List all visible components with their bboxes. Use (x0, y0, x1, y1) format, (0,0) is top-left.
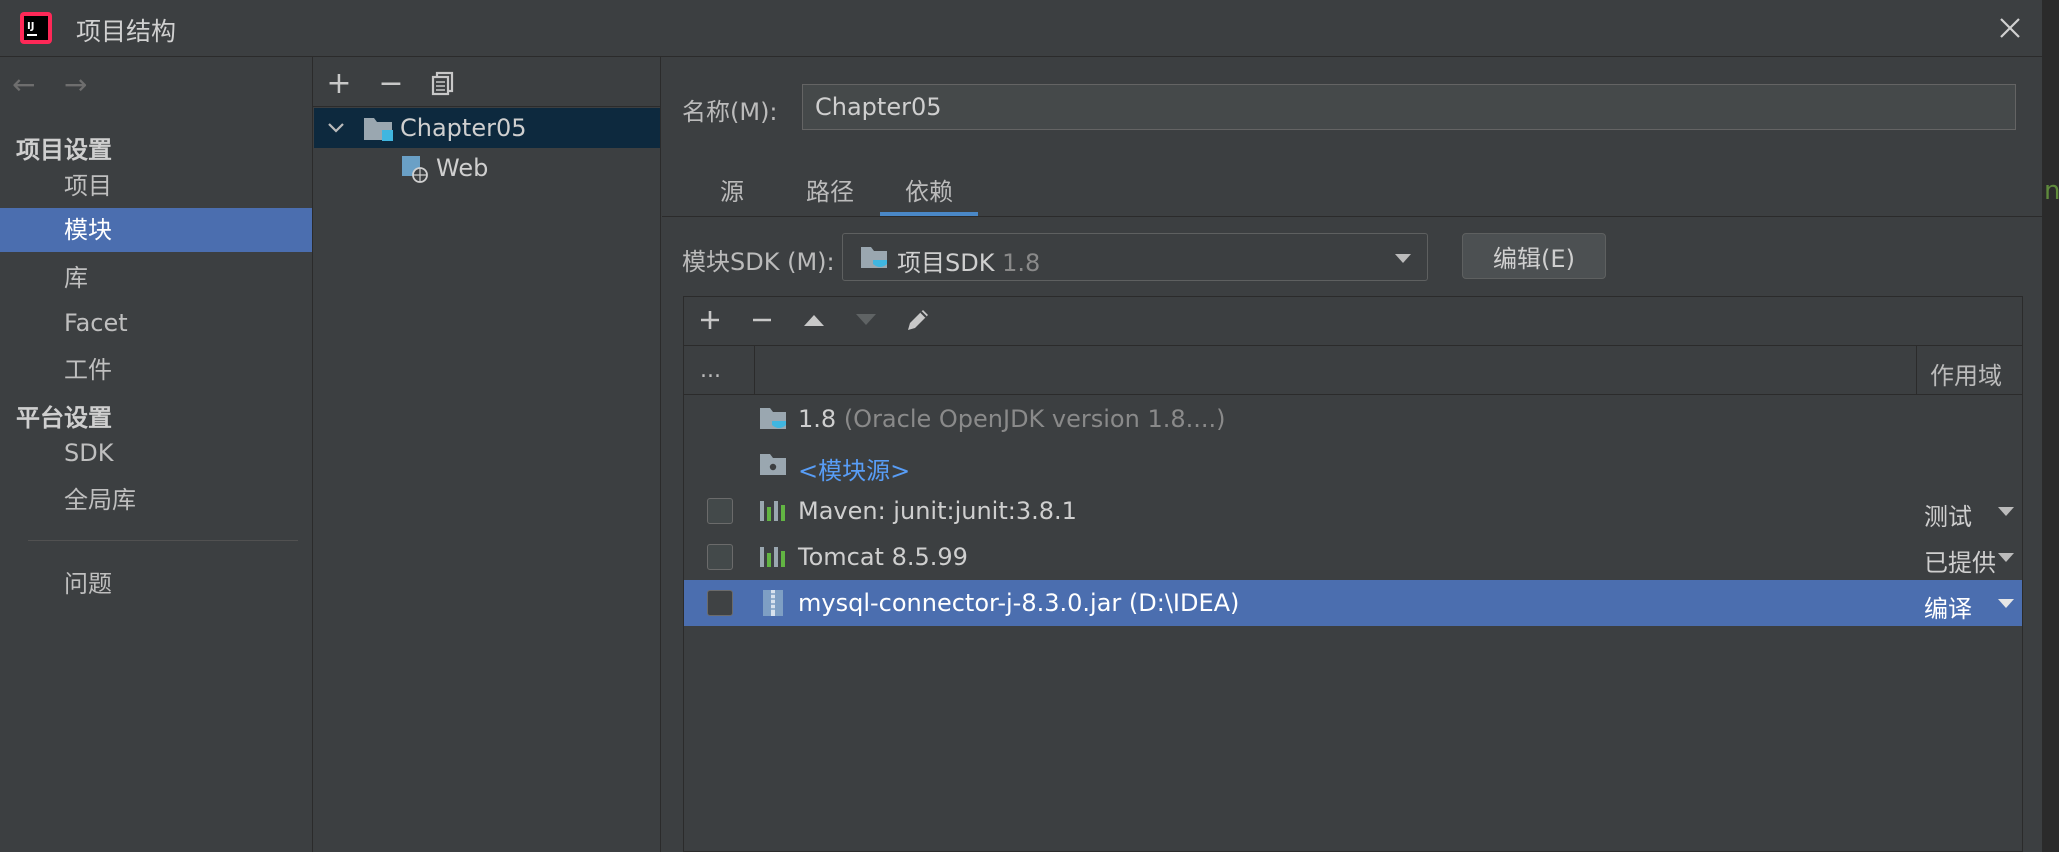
intellij-logo-icon: IJ (20, 12, 52, 44)
edit-dependency-button[interactable] (900, 302, 936, 338)
scope-dropdown[interactable]: 编译 (1924, 589, 1972, 624)
nav-section-project-settings: 项目设置 (16, 136, 112, 164)
copy-icon (431, 71, 454, 96)
jdk-detail: (Oracle OpenJDK version 1.8....) (843, 405, 1226, 433)
nav-item-modules[interactable]: 模块 (0, 208, 312, 252)
back-arrow-icon[interactable]: ← (12, 68, 35, 101)
add-dependency-button[interactable] (692, 302, 728, 338)
nav-item-global-libraries[interactable]: 全局库 (0, 478, 312, 522)
title-bar (0, 0, 2042, 57)
tabs-separator (662, 216, 2042, 217)
plus-icon (701, 311, 719, 329)
pencil-icon (908, 310, 928, 330)
svg-text:IJ: IJ (27, 21, 34, 32)
background-editor-edge (2042, 0, 2059, 852)
tree-toolbar-separator (313, 106, 660, 107)
header-export-column[interactable]: ... (700, 358, 721, 383)
table-row-tomcat[interactable]: Tomcat 8.5.99 已提供 (684, 534, 2022, 580)
module-sdk-label: 模块SDK (M): (682, 248, 835, 276)
tab-paths[interactable]: 路径 (800, 172, 860, 216)
nav-item-libraries[interactable]: 库 (0, 256, 312, 300)
edit-sdk-button[interactable]: 编辑(E) (1462, 233, 1606, 279)
chevron-down-icon[interactable] (326, 118, 346, 138)
dropdown-arrow-icon[interactable] (1998, 507, 2014, 516)
dependency-name: Maven: junit:junit:3.8.1 (798, 497, 1077, 525)
name-label: 名称(M): (682, 98, 778, 126)
remove-module-button[interactable]: − (374, 65, 408, 101)
forward-arrow-icon[interactable]: → (64, 68, 87, 101)
tab-dependencies[interactable]: 依赖 (896, 172, 962, 216)
dependencies-table-header (684, 346, 2022, 395)
dropdown-arrow-icon[interactable] (1998, 553, 2014, 562)
add-module-button[interactable]: + (322, 65, 356, 101)
triangle-down-icon (856, 314, 876, 325)
nav-item-facets[interactable]: Facet (0, 301, 312, 345)
library-icon (760, 501, 785, 521)
module-source-link[interactable]: <模块源> (798, 451, 910, 486)
jar-icon (763, 590, 783, 616)
move-down-button[interactable] (848, 302, 884, 338)
nav-divider (28, 540, 298, 541)
export-checkbox[interactable] (707, 498, 733, 524)
table-row-junit[interactable]: Maven: junit:junit:3.8.1 测试 (684, 488, 2022, 534)
dropdown-arrow-icon[interactable] (1998, 599, 2014, 608)
export-checkbox[interactable] (707, 544, 733, 570)
export-checkbox[interactable] (707, 590, 733, 616)
tab-sources[interactable]: 源 (712, 172, 752, 216)
close-icon (2000, 18, 2020, 38)
dependency-name: Tomcat 8.5.99 (798, 543, 968, 571)
web-facet-icon (402, 156, 428, 183)
nav-item-project[interactable]: 项目 (0, 164, 312, 208)
sdk-version: 1.8 (1002, 249, 1041, 277)
source-folder-icon (760, 454, 786, 475)
dependencies-toolbar (684, 297, 2022, 346)
sdk-name: 项目SDK (897, 249, 995, 277)
minus-icon (753, 318, 771, 322)
window-title: 项目结构 (76, 17, 177, 46)
nav-item-sdks[interactable]: SDK (0, 431, 312, 475)
jdk-name: 1.8 (798, 405, 837, 433)
table-row-module-source[interactable]: <模块源> (684, 442, 2022, 488)
close-button[interactable] (1990, 10, 2030, 46)
move-up-button[interactable] (796, 302, 832, 338)
dropdown-arrow-icon (1395, 254, 1411, 263)
triangle-up-icon (804, 315, 824, 326)
library-icon (760, 547, 785, 567)
minus-icon: − (378, 65, 404, 101)
scope-dropdown[interactable]: 测试 (1924, 497, 1972, 532)
header-scope-column[interactable]: 作用域 (1930, 356, 2002, 391)
module-name-input[interactable] (802, 84, 2016, 130)
plus-icon: + (326, 65, 352, 101)
background-editor-text: n (2044, 176, 2059, 206)
jdk-folder-icon (760, 408, 786, 429)
module-sdk-dropdown[interactable]: 项目SDK 1.8 (842, 233, 1428, 281)
header-column-separator[interactable] (754, 346, 755, 394)
scope-dropdown[interactable]: 已提供 (1924, 543, 1996, 578)
nav-item-problems[interactable]: 问题 (0, 562, 312, 606)
table-row-mysql-connector[interactable]: mysql-connector-j-8.3.0.jar (D:\IDEA) 编译 (684, 580, 2022, 626)
table-row-jdk[interactable]: 1.8 (Oracle OpenJDK version 1.8....) (684, 396, 2022, 442)
module-folder-icon (364, 118, 393, 141)
nav-section-platform-settings: 平台设置 (16, 404, 112, 432)
remove-dependency-button[interactable] (744, 302, 780, 338)
header-column-separator[interactable] (1916, 346, 1917, 394)
tree-module-label: Chapter05 (400, 114, 527, 142)
copy-module-button[interactable] (426, 66, 460, 100)
nav-item-artifacts[interactable]: 工件 (0, 348, 312, 392)
tree-facet-label[interactable]: Web (436, 154, 488, 182)
sdk-folder-icon (861, 247, 887, 268)
dependency-name: mysql-connector-j-8.3.0.jar (D:\IDEA) (798, 589, 1240, 617)
